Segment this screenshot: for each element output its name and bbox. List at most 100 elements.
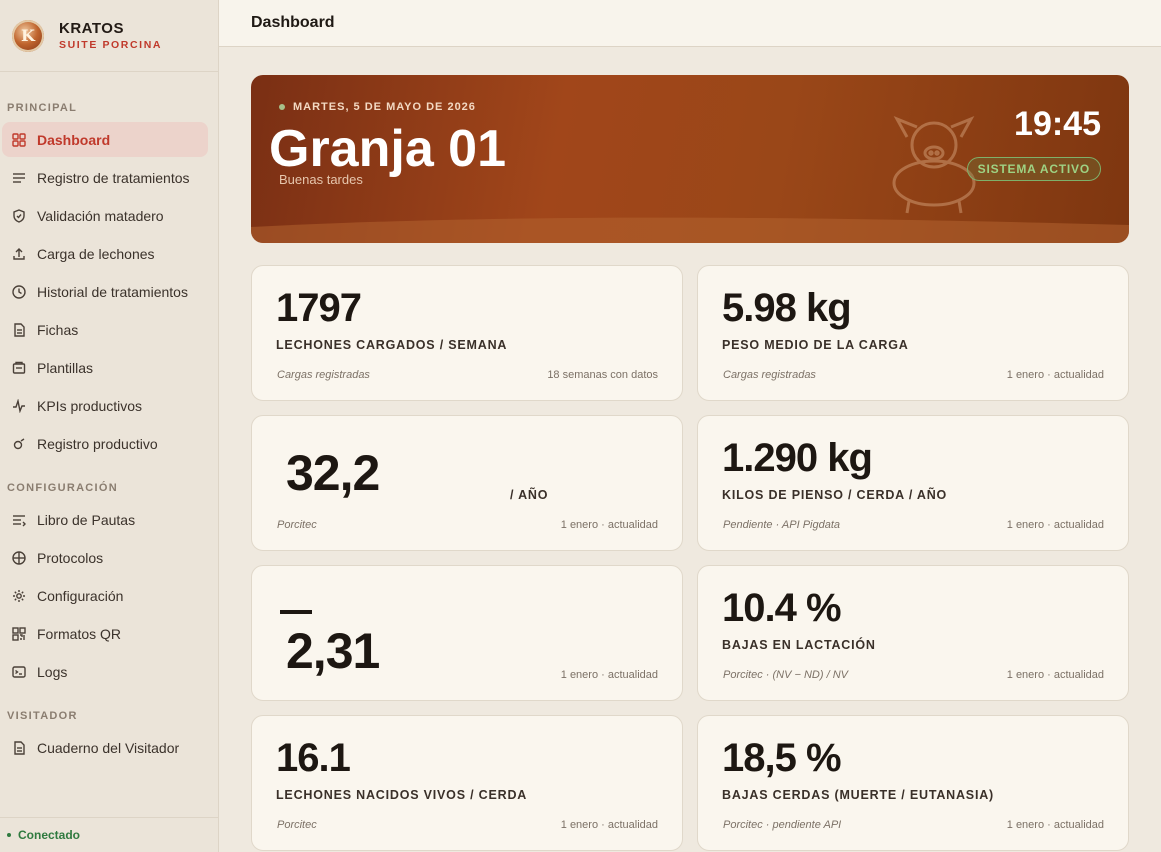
grid-icon [11,132,27,148]
kpi-source: Porcitec [277,519,317,531]
kpi-label: BAJAS CERDAS (MUERTE / EUTANASIA) [722,788,995,802]
kpi-range: 1 enero · actualidad [1006,819,1104,831]
kpi-source: Porcitec · pendiente API [723,819,842,831]
sidebar-item-configuracion[interactable]: Configuración [2,578,208,613]
terminal-icon [11,664,27,680]
sidebar-item-protocolos[interactable]: Protocolos [2,540,208,575]
sidebar-item-registro-productivo[interactable]: Registro productivo [2,426,208,461]
kpi-range: 1 enero · actualidad [560,819,658,831]
kpi-label: / AÑO [510,488,549,502]
sidebar-item-carga-lechones[interactable]: Carga de lechones [2,236,208,271]
sidebar-item-dashboard[interactable]: Dashboard [2,122,208,157]
sidebar-item-libro-pautas[interactable]: Libro de Pautas [2,502,208,537]
kpi-card-lechones-cargados[interactable]: 1797 LECHONES CARGADOS / SEMANA Cargas r… [251,265,683,401]
upload-icon [11,246,27,262]
brand-name: KRATOS [59,19,124,37]
sidebar-item-label: Formatos QR [37,625,122,642]
gear-icon [11,588,27,604]
sidebar-item-label: Registro productivo [37,435,158,452]
section-configuracion: CONFIGURACIÓN [7,482,119,494]
kpi-label: LECHONES NACIDOS VIVOS / CERDA [276,788,528,802]
qr-icon [11,626,27,642]
brand[interactable]: K KRATOS SUITE PORCINA [0,0,218,72]
sidebar: K KRATOS SUITE PORCINA PRINCIPAL Dashboa… [0,0,219,852]
kpi-range: 1 enero · actualidad [560,519,658,531]
list-icon [11,170,27,186]
kpi-card-nacidos-vivos[interactable]: 16.1 LECHONES NACIDOS VIVOS / CERDA Porc… [251,715,683,851]
kpi-card-kilos-pienso[interactable]: 1.290 kg KILOS DE PIENSO / CERDA / AÑO P… [697,415,1129,551]
kpi-source: Porcitec [277,819,317,831]
page-title: Dashboard [251,14,335,31]
kpi-value: 18,5 % [722,736,842,780]
pig-icon [11,436,27,452]
system-status-badge: SISTEMA ACTIVO [966,157,1101,181]
shield-check-icon [11,208,27,224]
kpi-source: Porcitec · (NV − ND) / NV [723,669,848,681]
sidebar-item-label: Cuaderno del Visitador [37,739,180,756]
kpi-range: 18 semanas con datos [547,369,658,381]
kpi-source: Cargas registradas [723,369,816,381]
sidebar-item-formatos-qr[interactable]: Formatos QR [2,616,208,651]
kpi-card-bajas-cerdas[interactable]: 18,5 % BAJAS CERDAS (MUERTE / EUTANASIA)… [697,715,1129,851]
kpi-source: Pendiente · API Pigdata [723,519,841,531]
kpi-label: LECHONES CARGADOS / SEMANA [276,338,508,352]
protocol-icon [11,550,27,566]
section-principal: PRINCIPAL [7,102,78,114]
sidebar-item-label: Configuración [37,587,124,604]
kpi-card-partos[interactable]: 2,31 1 enero · actualidad [251,565,683,701]
pig-icon [892,116,976,214]
kpi-value: 1.290 kg [722,436,873,480]
hero-wave-decoration [251,217,1129,243]
sidebar-item-historial-tratamientos[interactable]: Historial de tratamientos [2,274,208,309]
notebook-icon [11,740,27,756]
kpi-range: 1 enero · actualidad [560,669,658,681]
farm-name: Granja 01 [269,120,507,178]
sidebar-item-label: Fichas [37,321,79,338]
sidebar-item-fichas[interactable]: Fichas [2,312,208,347]
activity-icon [11,398,27,414]
sidebar-item-logs[interactable]: Logs [2,654,208,689]
section-visitador: VISITADOR [7,710,78,722]
sidebar-item-label: Plantillas [37,359,94,376]
kpi-source: Cargas registradas [277,369,370,381]
kpi-label: KILOS DE PIENSO / CERDA / AÑO [722,488,948,502]
kpi-range: 1 enero · actualidad [1006,519,1104,531]
hero-date: MARTES, 5 DE MAYO DE 2026 [279,101,476,113]
kpi-value: 2,31 [286,623,380,679]
sidebar-item-validacion-matadero[interactable]: Validación matadero [2,198,208,233]
sidebar-item-plantillas[interactable]: Plantillas [2,350,208,385]
sidebar-item-registro-tratamientos[interactable]: Registro de tratamientos [2,160,208,195]
sidebar-item-label: Registro de tratamientos [37,169,190,186]
sidebar-item-label: Historial de tratamientos [37,283,188,300]
sidebar-item-label: Carga de lechones [37,245,155,262]
live-dot-icon [279,104,285,110]
kpi-card-destetados-ano[interactable]: 32,2 / AÑO Porcitec 1 enero · actualidad [251,415,683,551]
brand-subtitle: SUITE PORCINA [59,38,163,51]
kpi-value: 16.1 [276,736,351,780]
kpi-label: PESO MEDIO DE LA CARGA [722,338,909,352]
template-icon [11,360,27,376]
kpi-card-bajas-lactacion[interactable]: 10.4 % BAJAS EN LACTACIÓN Porcitec · (NV… [697,565,1129,701]
sidebar-item-label: Logs [37,663,68,680]
sidebar-item-label: Validación matadero [37,207,164,224]
kpi-range: 1 enero · actualidad [1006,369,1104,381]
kpi-value: 10.4 % [722,586,842,630]
sidebar-item-kpis-productivos[interactable]: KPIs productivos [2,388,208,423]
status-dot-icon [7,833,11,837]
book-icon [11,512,27,528]
kpi-value: 5.98 kg [722,286,852,330]
kpi-card-peso-medio[interactable]: 5.98 kg PESO MEDIO DE LA CARGA Cargas re… [697,265,1129,401]
hero-date-label: MARTES, 5 DE MAYO DE 2026 [293,101,476,113]
file-icon [11,322,27,338]
connection-status-label: Conectado [18,828,81,842]
kpi-range: 1 enero · actualidad [1006,669,1104,681]
sidebar-item-label: Protocolos [37,549,104,566]
kpi-label: BAJAS EN LACTACIÓN [722,638,876,652]
kpi-dash-icon [280,610,312,614]
clock-icon [11,284,27,300]
connection-status: Conectado [0,817,219,852]
sidebar-item-cuaderno-visitador[interactable]: Cuaderno del Visitador [2,730,208,765]
top-bar: Dashboard [219,0,1161,47]
kpi-value: 1797 [276,286,362,330]
sidebar-item-label: Libro de Pautas [37,511,136,528]
